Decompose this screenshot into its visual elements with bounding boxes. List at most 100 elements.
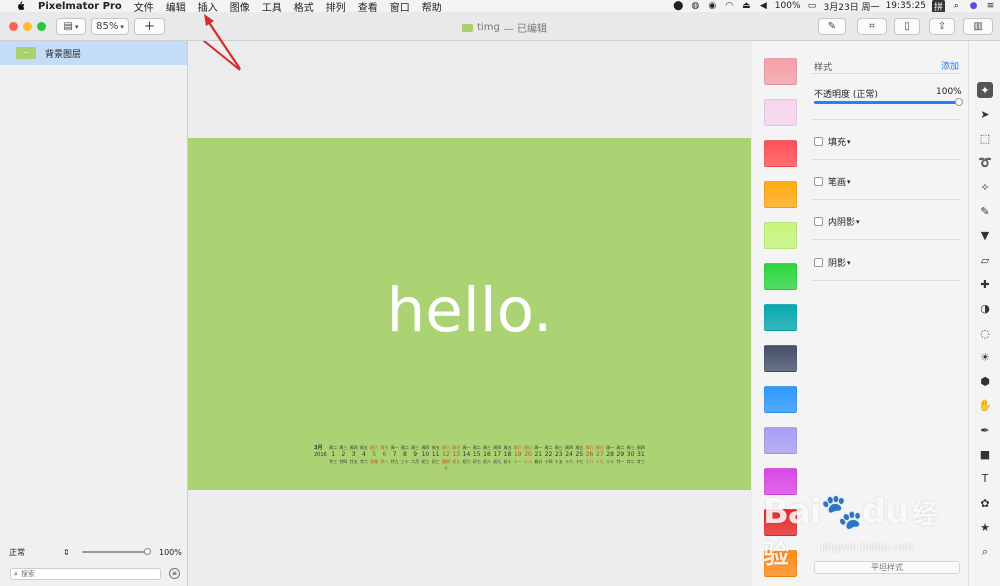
opacity-slider[interactable] <box>814 98 963 106</box>
wifi-icon[interactable]: ◠ <box>724 1 735 11</box>
input-method-indicator[interactable]: 拼 <box>931 0 945 13</box>
battery-icon[interactable]: ▭ <box>807 1 818 11</box>
paw-icon: 🐾 <box>820 492 863 532</box>
style-swatch[interactable] <box>764 181 797 208</box>
brush-icon: ✎ <box>827 21 837 32</box>
image-canvas[interactable]: hello. 3月 2016 周二 1 廿三 周三 2 廿四 周四 3 廿五 周五 4 廿六 周六 5 惊蛰… <box>188 138 751 490</box>
calendar-date: 18 <box>503 451 512 458</box>
calendar-day: 周五 11 初三 <box>431 444 441 465</box>
style-swatch[interactable] <box>764 386 797 413</box>
calendar-date: 27 <box>596 451 604 458</box>
calendar-weekday: 周五 <box>431 445 440 450</box>
layer-search-field[interactable]: ⌕ <box>10 568 161 580</box>
spotlight-icon[interactable]: ⌕ <box>951 1 962 11</box>
shape-icon[interactable]: ■ <box>977 447 993 463</box>
magic-wand-icon[interactable]: ✧ <box>977 179 993 195</box>
style-tool-icon[interactable]: ✦ <box>977 82 993 98</box>
chevron-down-icon: ▾ <box>847 258 851 267</box>
fill-section[interactable]: 填充 ▾ <box>814 135 960 148</box>
stepper-icon[interactable]: ⇕ <box>63 548 70 557</box>
layer-opacity-slider[interactable] <box>82 548 151 555</box>
style-swatch[interactable] <box>764 427 797 454</box>
rect-select-icon[interactable]: ⬚ <box>977 131 993 147</box>
arrow-select-icon[interactable]: ➤ <box>977 106 993 122</box>
calendar-lunar: 春分 <box>534 459 543 464</box>
opacity-slider-knob[interactable] <box>955 98 963 106</box>
calendar-day: 周四 10 初三 <box>420 444 430 465</box>
lasso-icon[interactable]: ➰ <box>977 155 993 171</box>
calendar-day: 周二 8 三十 <box>400 444 410 465</box>
style-swatch[interactable] <box>764 263 797 290</box>
calendar-day: 周三 2 廿四 <box>338 444 348 465</box>
share-button[interactable]: ⇪ <box>929 18 955 35</box>
crop-button[interactable]: ⌗ <box>857 18 887 35</box>
add-button[interactable]: + <box>134 18 165 35</box>
apple-icon[interactable] <box>13 0 27 12</box>
type-icon[interactable]: T <box>977 471 993 487</box>
light-icon[interactable]: ☀ <box>977 349 993 365</box>
globe-icon[interactable]: ◉ <box>707 1 718 11</box>
eraser-icon[interactable]: ▱ <box>977 252 993 268</box>
zoom-window-button[interactable] <box>37 22 46 31</box>
styles-label: 样式 <box>814 63 833 73</box>
document-button[interactable]: ▯ <box>894 18 920 35</box>
style-brush-button[interactable]: ✎ <box>818 18 846 35</box>
calendar-lunar: 二月 <box>411 459 420 464</box>
sponge-icon[interactable]: ⬢ <box>977 374 993 390</box>
calendar-date: 31 <box>637 451 645 458</box>
shadow-checkbox[interactable] <box>814 258 823 267</box>
calendar-weekday: 周日 <box>452 445 461 450</box>
style-swatch[interactable] <box>764 140 797 167</box>
inner-shadow-section[interactable]: 内阴影 ▾ <box>814 215 960 228</box>
blend-mode-select[interactable]: 正常 <box>9 547 25 558</box>
style-swatch[interactable] <box>764 99 797 126</box>
opacity-mode-label[interactable]: 不透明度 (正常) <box>814 87 878 100</box>
status-circle-icon[interactable]: ⬤ <box>673 1 684 11</box>
menubar-time[interactable]: 19:35:25 <box>886 1 926 11</box>
layer-item-background[interactable]: — 背景图层 <box>0 41 187 65</box>
zoom-icon[interactable]: ⌕ <box>977 544 993 560</box>
style-swatch[interactable] <box>764 345 797 372</box>
siri-icon[interactable]: ● <box>968 1 979 11</box>
zoom-level-dropdown[interactable]: 85% ▾ <box>91 18 129 35</box>
volume-icon[interactable]: ◀ <box>758 1 769 11</box>
slider-knob[interactable] <box>144 548 151 555</box>
baidu-watermark: Bai🐾du 经验 jingyan.baidu.com <box>763 478 953 570</box>
effects-icon[interactable]: ✿ <box>977 495 993 511</box>
filter-icon[interactable]: ≡ <box>169 568 180 579</box>
layer-opacity-value: 100% <box>159 547 182 557</box>
sidebar-toggle-button[interactable]: ▤ ▾ <box>56 18 86 35</box>
smudge-icon[interactable]: ◑ <box>977 301 993 317</box>
calendar-lunar: 十四 <box>544 459 553 464</box>
color-adjust-icon[interactable]: ★ <box>977 519 993 535</box>
calendar-weekday: 周四 <box>493 445 502 450</box>
calendar-weekday: 周六 <box>513 445 522 450</box>
app-name-menu[interactable]: Pixelmator Pro <box>38 1 122 12</box>
notification-center-icon[interactable]: ≡ <box>985 1 996 11</box>
calendar-lunar: 初十 <box>503 459 512 464</box>
canvas-text-hello[interactable]: hello. <box>188 275 751 346</box>
shadow-section[interactable]: 阴影 ▾ <box>814 256 960 269</box>
paint-bucket-icon[interactable]: ▼ <box>977 228 993 244</box>
warp-icon[interactable]: ✋ <box>977 398 993 414</box>
inspector-toggle-button[interactable]: ▥ <box>963 18 993 35</box>
minimize-window-button[interactable] <box>23 22 32 31</box>
stroke-checkbox[interactable] <box>814 177 823 186</box>
style-swatch[interactable] <box>764 58 797 85</box>
fill-checkbox[interactable] <box>814 137 823 146</box>
battery-percent: 100% <box>774 1 801 11</box>
pen-icon[interactable]: ✒ <box>977 422 993 438</box>
style-swatch[interactable] <box>764 304 797 331</box>
layer-search-input[interactable] <box>20 570 151 578</box>
blur-icon[interactable]: ◌ <box>977 325 993 341</box>
paint-brush-icon[interactable]: ✎ <box>977 204 993 220</box>
stroke-section[interactable]: 笔画 ▾ <box>814 175 960 188</box>
style-swatch[interactable] <box>764 222 797 249</box>
bandage-icon[interactable]: ✚ <box>977 276 993 292</box>
close-window-button[interactable] <box>9 22 18 31</box>
vpn-icon[interactable]: ◍ <box>690 1 701 11</box>
menubar-date[interactable]: 3月23日 周一 <box>824 0 880 13</box>
eject-icon[interactable]: ⏏ <box>741 1 752 11</box>
inner-shadow-checkbox[interactable] <box>814 217 823 226</box>
add-style-link[interactable]: 添加 <box>941 59 959 72</box>
